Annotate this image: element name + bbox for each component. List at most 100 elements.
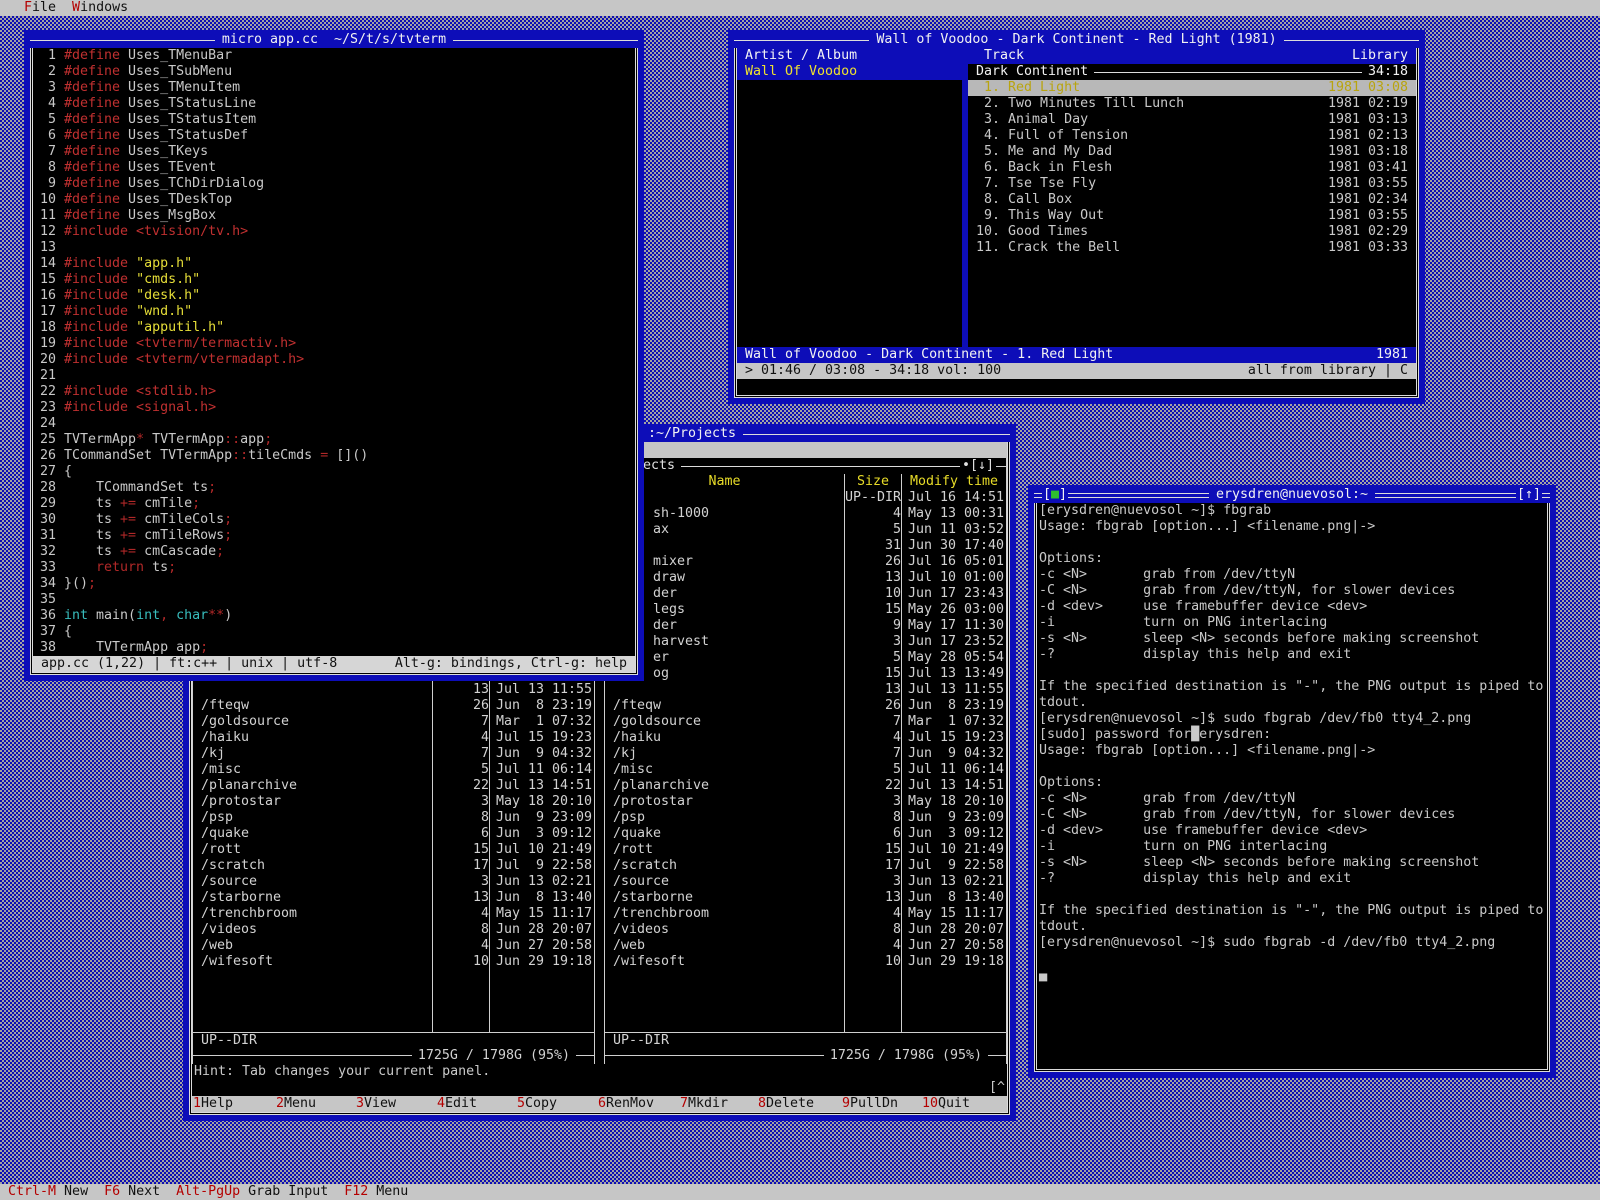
- file-row[interactable]: /haiku4Jul 15 19:23: [193, 730, 594, 746]
- code-line[interactable]: 7#define Uses_TKeys: [40, 144, 635, 160]
- code-line[interactable]: 16#include "desk.h": [40, 288, 635, 304]
- file-row[interactable]: /rott15Jul 10 21:49: [605, 842, 1006, 858]
- mc-column-headers[interactable]: NameSizeModify time: [605, 474, 1006, 490]
- track-row[interactable]: 1. Red Light1981 03:08: [968, 80, 1416, 96]
- file-row[interactable]: harvest3Jun 17 23:52: [605, 634, 1006, 650]
- track-row[interactable]: 7. Tse Tse Fly1981 03:55: [968, 176, 1416, 192]
- file-row[interactable]: der9May 17 11:30: [605, 618, 1006, 634]
- fkey-1-help[interactable]: 1Help: [193, 1096, 233, 1112]
- file-row[interactable]: er5May 28 05:54: [605, 650, 1006, 666]
- code-line[interactable]: 4#define Uses_TStatusLine: [40, 96, 635, 112]
- player-titlebar[interactable]: Wall of Voodoo - Dark Continent - Red Li…: [734, 32, 1419, 48]
- editor-titlebar[interactable]: micro app.cc ~/S/t/s/tvterm: [30, 32, 638, 48]
- code-line[interactable]: 32 ts += cmCascade;: [40, 544, 635, 560]
- artist-item-selected[interactable]: Wall Of Voodoo: [737, 64, 962, 80]
- file-row[interactable]: /protostar3May 18 20:10: [605, 794, 1006, 810]
- file-row[interactable]: ax5Jun 11 03:52: [605, 522, 1006, 538]
- statusbar-item-grab-input[interactable]: Alt-PgUp Grab Input: [176, 1184, 328, 1200]
- file-row[interactable]: /scratch17Jul 9 22:58: [193, 858, 594, 874]
- code-line[interactable]: 19#include <tvterm/termactiv.h>: [40, 336, 635, 352]
- code-line[interactable]: 37{: [40, 624, 635, 640]
- file-row[interactable]: sh-10004May 13 00:31: [605, 506, 1006, 522]
- code-line[interactable]: 24: [40, 416, 635, 432]
- code-line[interactable]: 3#define Uses_TMenuItem: [40, 80, 635, 96]
- file-row[interactable]: /source3Jun 13 02:21: [193, 874, 594, 890]
- fkey-7-mkdir[interactable]: 7Mkdir: [680, 1096, 728, 1112]
- file-row[interactable]: /web4Jun 27 20:58: [193, 938, 594, 954]
- code-line[interactable]: 23#include <signal.h>: [40, 400, 635, 416]
- file-row[interactable]: /kj7Jun 9 04:32: [605, 746, 1006, 762]
- file-row[interactable]: /source3Jun 13 02:21: [605, 874, 1006, 890]
- file-row[interactable]: /trenchbroom4May 15 11:17: [193, 906, 594, 922]
- code-line[interactable]: 5#define Uses_TStatusItem: [40, 112, 635, 128]
- file-row[interactable]: /videos8Jun 28 20:07: [605, 922, 1006, 938]
- close-icon[interactable]: [■]: [1042, 487, 1068, 503]
- file-row[interactable]: legs15May 26 03:00: [605, 602, 1006, 618]
- code-line[interactable]: 22#include <stdlib.h>: [40, 384, 635, 400]
- code-line[interactable]: 11#define Uses_MsgBox: [40, 208, 635, 224]
- track-row[interactable]: 11. Crack the Bell1981 03:33: [968, 240, 1416, 256]
- statusbar-item-menu[interactable]: F12 Menu: [344, 1184, 408, 1200]
- file-row[interactable]: og15Jul 13 13:49: [605, 666, 1006, 682]
- code-line[interactable]: 8#define Uses_TEvent: [40, 160, 635, 176]
- file-row[interactable]: /quake6Jun 3 09:12: [605, 826, 1006, 842]
- code-line[interactable]: 27{: [40, 464, 635, 480]
- file-row[interactable]: /kj7Jun 9 04:32: [193, 746, 594, 762]
- file-row[interactable]: /goldsource7Mar 1 07:32: [193, 714, 594, 730]
- track-row[interactable]: 6. Back in Flesh1981 03:41: [968, 160, 1416, 176]
- file-row[interactable]: /quake6Jun 3 09:12: [193, 826, 594, 842]
- code-line[interactable]: 6#define Uses_TStatusDef: [40, 128, 635, 144]
- track-row[interactable]: 2. Two Minutes Till Lunch1981 02:19: [968, 96, 1416, 112]
- file-row[interactable]: /misc5Jul 11 06:14: [193, 762, 594, 778]
- fkey-10-quit[interactable]: 10Quit: [922, 1096, 970, 1112]
- code-line[interactable]: 28 TCommandSet ts;: [40, 480, 635, 496]
- file-row[interactable]: mixer26Jul 16 05:01: [605, 554, 1006, 570]
- code-line[interactable]: 36int main(int, char**): [40, 608, 635, 624]
- track-row[interactable]: 9. This Way Out1981 03:55: [968, 208, 1416, 224]
- code-line[interactable]: 9#define Uses_TChDirDialog: [40, 176, 635, 192]
- statusbar-item-new[interactable]: Ctrl-M New: [8, 1184, 88, 1200]
- file-row[interactable]: der10Jun 17 23:43: [605, 586, 1006, 602]
- file-row[interactable]: /protostar3May 18 20:10: [193, 794, 594, 810]
- file-row[interactable]: /web4Jun 27 20:58: [605, 938, 1006, 954]
- file-row[interactable]: /starborne13Jun 8 13:40: [193, 890, 594, 906]
- fkey-2-menu[interactable]: 2Menu: [276, 1096, 316, 1112]
- track-row[interactable]: 5. Me and My Dad1981 03:18: [968, 144, 1416, 160]
- file-row[interactable]: /fteqw26Jun 8 23:19: [193, 698, 594, 714]
- album-row[interactable]: Dark Continent 34:18: [968, 64, 1416, 80]
- file-row[interactable]: /psp8Jun 9 23:09: [193, 810, 594, 826]
- maximize-icon[interactable]: [↑]: [1516, 487, 1542, 503]
- fkey-6-renmov[interactable]: 6RenMov: [598, 1096, 654, 1112]
- fkey-8-delete[interactable]: 8Delete: [758, 1096, 814, 1112]
- file-row[interactable]: 13Jul 13 11:55: [605, 682, 1006, 698]
- code-line[interactable]: 14#include "app.h": [40, 256, 635, 272]
- menu-item-ile[interactable]: File: [24, 0, 56, 16]
- code-line[interactable]: 17#include "wnd.h": [40, 304, 635, 320]
- file-row[interactable]: /starborne13Jun 8 13:40: [605, 890, 1006, 906]
- code-line[interactable]: 25TVTermApp* TVTermApp::app;: [40, 432, 635, 448]
- file-row[interactable]: /haiku4Jul 15 19:23: [605, 730, 1006, 746]
- file-row[interactable]: /planarchive22Jul 13 14:51: [193, 778, 594, 794]
- track-row[interactable]: 10. Good Times1981 02:29: [968, 224, 1416, 240]
- fkey-3-view[interactable]: 3View: [356, 1096, 396, 1112]
- fkey-9-pulldn[interactable]: 9PullDn: [842, 1096, 898, 1112]
- statusbar-item-next[interactable]: F6 Next: [104, 1184, 160, 1200]
- code-line[interactable]: 10#define Uses_TDeskTop: [40, 192, 635, 208]
- code-line[interactable]: 38 TVTermApp app;: [40, 640, 635, 656]
- code-line[interactable]: 30 ts += cmTileCols;: [40, 512, 635, 528]
- menu-item-indows[interactable]: Windows: [72, 0, 128, 16]
- track-row[interactable]: 8. Call Box1981 02:34: [968, 192, 1416, 208]
- file-row[interactable]: /videos8Jun 28 20:07: [193, 922, 594, 938]
- mc-command-line[interactable]: [erysdren@nuevosol Projects]$[^: [192, 1080, 1007, 1096]
- file-row[interactable]: /misc5Jul 11 06:14: [605, 762, 1006, 778]
- file-row[interactable]: /psp8Jun 9 23:09: [605, 810, 1006, 826]
- fkey-5-copy[interactable]: 5Copy: [517, 1096, 557, 1112]
- code-line[interactable]: 35: [40, 592, 635, 608]
- file-row[interactable]: /rott15Jul 10 21:49: [193, 842, 594, 858]
- file-row[interactable]: /fteqw26Jun 8 23:19: [605, 698, 1006, 714]
- fkey-4-edit[interactable]: 4Edit: [437, 1096, 477, 1112]
- code-line[interactable]: 13: [40, 240, 635, 256]
- code-line[interactable]: 1#define Uses_TMenuBar: [40, 48, 635, 64]
- file-row[interactable]: /goldsource7Mar 1 07:32: [605, 714, 1006, 730]
- panel-scroll-marker[interactable]: •[↓]: [960, 458, 996, 474]
